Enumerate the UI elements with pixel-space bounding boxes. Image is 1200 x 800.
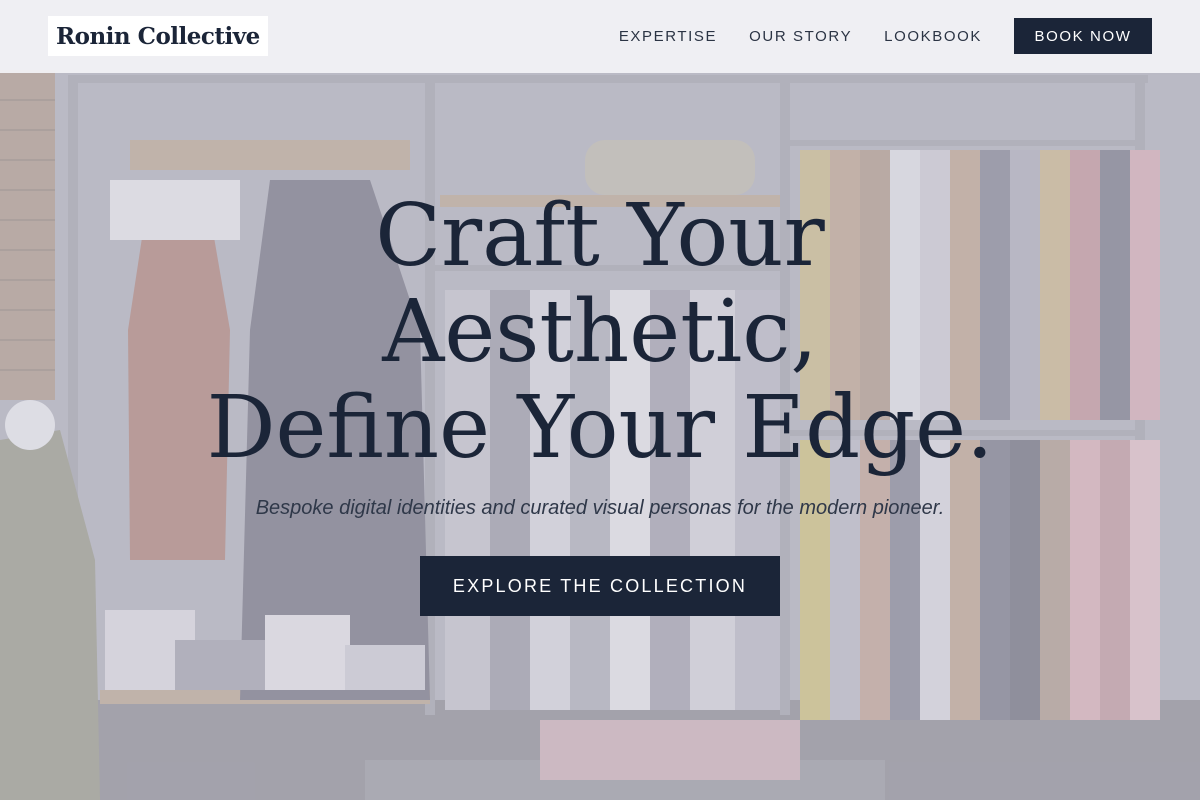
hero-title: Craft Your Aesthetic, Define Your Edge. [0, 188, 1200, 476]
nav-link-expertise[interactable]: EXPERTISE [619, 28, 717, 45]
nav-link-lookbook[interactable]: LOOKBOOK [884, 28, 982, 45]
site-header: Ronin Collective EXPERTISE OUR STORY LOO… [0, 0, 1200, 73]
hero-title-line: Define Your Edge. [206, 378, 994, 478]
nav-link-our-story[interactable]: OUR STORY [749, 28, 852, 45]
explore-collection-button[interactable]: EXPLORE THE COLLECTION [420, 556, 780, 616]
hero-title-line: Craft Your [375, 186, 825, 286]
brand-logo[interactable]: Ronin Collective [48, 16, 268, 56]
hero-title-line: Aesthetic, [382, 282, 818, 382]
hero-subtitle: Bespoke digital identities and curated v… [255, 497, 945, 519]
book-now-button[interactable]: BOOK NOW [1014, 18, 1152, 54]
main-nav: EXPERTISE OUR STORY LOOKBOOK BOOK NOW [587, 18, 1152, 54]
